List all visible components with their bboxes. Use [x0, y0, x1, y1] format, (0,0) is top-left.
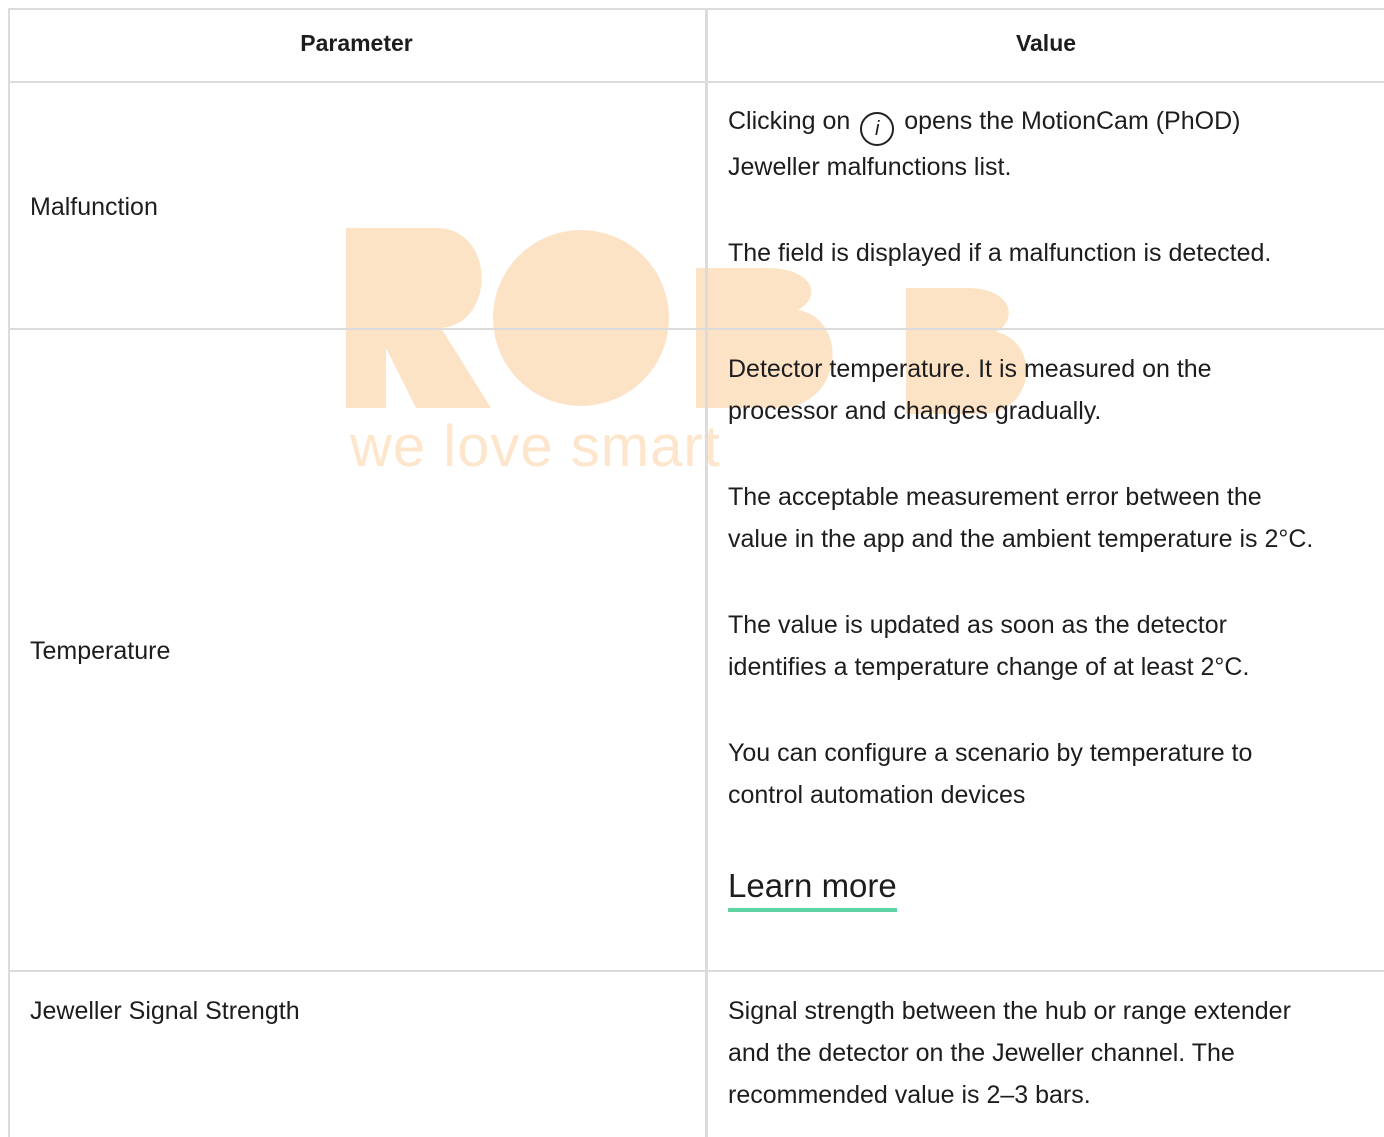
value-text: The acceptable measurement error between…	[728, 483, 1262, 511]
column-divider	[705, 8, 708, 1137]
value-text: You can configure a scenario by temperat…	[728, 739, 1253, 767]
value-text: Detector temperature. It is measured on …	[728, 355, 1212, 383]
row-divider	[8, 970, 1384, 972]
column-header-value: Value	[1015, 30, 1077, 56]
row-value-malfunction: Clicking on i opens the MotionCam (PhOD)…	[728, 100, 1378, 274]
value-text: identifies a temperature change of at le…	[728, 653, 1250, 681]
value-text: The value is updated as soon as the dete…	[728, 611, 1227, 639]
row-parameter-malfunction: Malfunction	[30, 193, 158, 221]
value-text: and the detector on the Jeweller channel…	[728, 1039, 1235, 1067]
value-text: processor and changes gradually.	[728, 397, 1102, 425]
header-row-divider	[8, 81, 1384, 83]
row-parameter-temperature: Temperature	[30, 637, 171, 665]
row-parameter-jeweller-signal-strength: Jeweller Signal Strength	[30, 997, 300, 1025]
row-value-jeweller-signal-strength: Signal strength between the hub or range…	[728, 990, 1378, 1116]
column-header-parameter: Parameter	[300, 30, 413, 56]
row-value-temperature: Detector temperature. It is measured on …	[728, 348, 1378, 816]
value-text: Signal strength between the hub or range…	[728, 997, 1291, 1025]
info-icon: i	[860, 112, 895, 146]
learn-more-link[interactable]: Learn more	[728, 864, 897, 912]
value-text: The field is displayed if a malfunction …	[728, 239, 1272, 267]
value-text: opens the MotionCam (PhOD)	[904, 107, 1241, 135]
value-text: value in the app and the ambient tempera…	[728, 525, 1314, 553]
value-text: recommended value is 2–3 bars.	[728, 1081, 1091, 1109]
value-text: Clicking on	[728, 107, 851, 135]
row-divider	[8, 328, 1384, 330]
value-text: control automation devices	[728, 781, 1026, 809]
value-text: Jeweller malfunctions list.	[728, 153, 1012, 181]
